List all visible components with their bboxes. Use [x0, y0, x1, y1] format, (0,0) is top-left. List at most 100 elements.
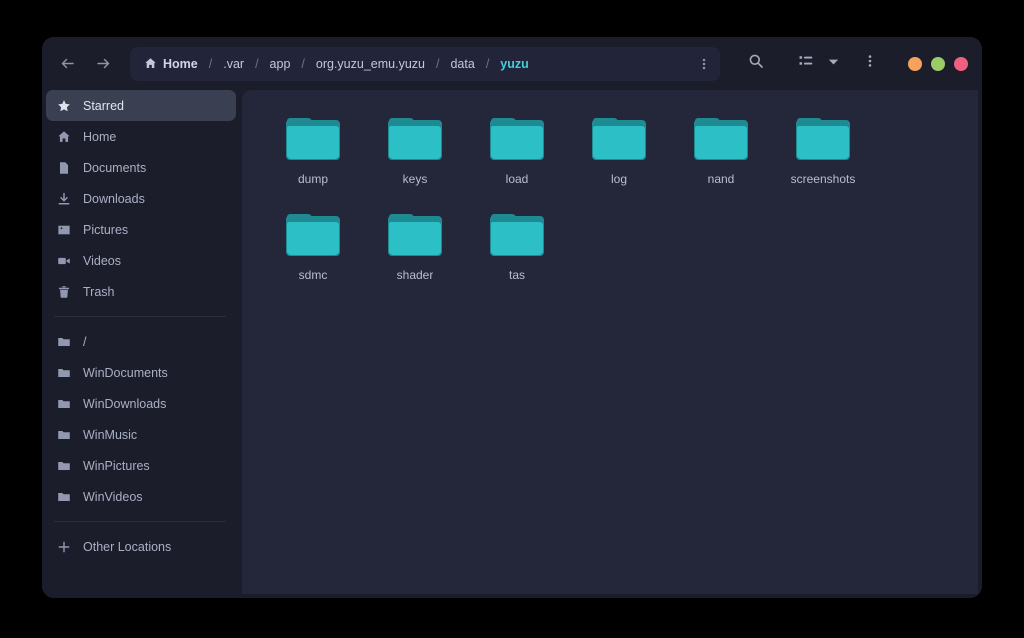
breadcrumb-label: app	[269, 56, 291, 71]
sidebar-divider	[54, 521, 226, 522]
breadcrumb-separator: /	[435, 56, 440, 71]
kebab-menu-icon	[863, 54, 877, 73]
folder-icon	[286, 214, 340, 256]
file-item-sdmc[interactable]: sdmc	[262, 208, 364, 286]
path-bar-menu-button[interactable]	[692, 50, 716, 78]
sidebar-item-other-locations[interactable]: Other Locations	[46, 531, 236, 562]
forward-button[interactable]	[88, 49, 118, 79]
sidebar-item-root[interactable]: /	[46, 326, 236, 357]
file-item-load[interactable]: load	[466, 112, 568, 190]
sidebar-item-winmusic[interactable]: WinMusic	[46, 419, 236, 450]
sidebar-item-label: Pictures	[83, 222, 129, 237]
search-icon	[748, 53, 764, 74]
folder-icon	[56, 489, 72, 505]
maximize-button[interactable]	[931, 56, 945, 71]
sidebar-item-label: Downloads	[83, 191, 145, 206]
folder-icon	[694, 118, 748, 160]
sidebar-item-videos[interactable]: Videos	[46, 245, 236, 276]
back-button[interactable]	[52, 49, 82, 79]
sidebar: Starred Home Documents Downloads Picture…	[42, 90, 242, 598]
folder-icon	[56, 365, 72, 381]
sidebar-item-winpictures[interactable]: WinPictures	[46, 450, 236, 481]
breadcrumb-path-bar: Home / .var / app / org.yuzu_emu.yuzu / …	[130, 46, 720, 81]
folder-icon	[56, 458, 72, 474]
sidebar-item-label: WinVideos	[83, 489, 143, 504]
breadcrumb-item-yuzu[interactable]: yuzu	[498, 54, 530, 74]
sidebar-item-label: Other Locations	[83, 539, 172, 554]
sidebar-item-winvideos[interactable]: WinVideos	[46, 481, 236, 512]
sidebar-item-label: WinMusic	[83, 427, 138, 442]
view-mode-dropdown-button[interactable]	[822, 48, 844, 80]
sidebar-item-label: Starred	[83, 98, 124, 113]
folder-icon	[286, 118, 340, 160]
sidebar-item-trash[interactable]: Trash	[46, 276, 236, 307]
breadcrumb-label: Home	[163, 56, 198, 71]
video-camera-icon	[56, 253, 72, 269]
sidebar-item-home[interactable]: Home	[46, 121, 236, 152]
home-icon	[144, 57, 157, 70]
sidebar-item-documents[interactable]: Documents	[46, 152, 236, 183]
sidebar-item-label: WinDocuments	[83, 365, 168, 380]
window-body: Starred Home Documents Downloads Picture…	[42, 90, 982, 598]
sidebar-item-label: WinDownloads	[83, 396, 167, 411]
download-icon	[56, 191, 72, 207]
breadcrumb-label: data	[450, 56, 475, 71]
search-button[interactable]	[740, 48, 772, 80]
file-name-label: shader	[396, 268, 434, 282]
breadcrumb-label: yuzu	[500, 56, 529, 71]
sidebar-item-label: WinPictures	[83, 458, 150, 473]
chevron-down-icon	[827, 55, 840, 73]
file-list-view[interactable]: dump keys load log nand screenshots sdmc…	[242, 90, 978, 594]
sidebar-item-label: Home	[83, 129, 117, 144]
sidebar-item-pictures[interactable]: Pictures	[46, 214, 236, 245]
file-name-label: load	[505, 172, 529, 186]
list-view-icon	[798, 53, 814, 74]
file-item-log[interactable]: log	[568, 112, 670, 190]
file-name-label: nand	[707, 172, 735, 186]
folder-icon	[56, 396, 72, 412]
folder-icon	[56, 427, 72, 443]
folder-icon	[796, 118, 850, 160]
header-right-controls	[726, 48, 968, 80]
sidebar-item-label: Videos	[83, 253, 121, 268]
home-icon	[56, 129, 72, 145]
close-button[interactable]	[954, 56, 968, 71]
file-item-nand[interactable]: nand	[670, 112, 772, 190]
breadcrumb-item-data[interactable]: data	[448, 54, 476, 74]
breadcrumb-separator: /	[208, 56, 213, 71]
breadcrumb-separator: /	[301, 56, 305, 71]
breadcrumb-label: .var	[223, 56, 245, 71]
view-mode-button[interactable]	[790, 48, 822, 80]
plus-icon	[56, 539, 72, 555]
folder-icon	[592, 118, 646, 160]
file-item-screenshots[interactable]: screenshots	[772, 112, 874, 190]
image-icon	[56, 222, 72, 238]
sidebar-item-windocuments[interactable]: WinDocuments	[46, 357, 236, 388]
folder-icon	[490, 214, 544, 256]
sidebar-item-downloads[interactable]: Downloads	[46, 183, 236, 214]
window-controls	[908, 56, 968, 71]
breadcrumb-item-app[interactable]: app	[268, 54, 293, 74]
breadcrumb-label: org.yuzu_emu.yuzu	[315, 56, 425, 71]
navigation-buttons	[52, 49, 118, 79]
file-name-label: tas	[508, 268, 525, 282]
sidebar-divider	[54, 316, 226, 317]
breadcrumb-item-var[interactable]: .var	[221, 54, 246, 74]
file-item-keys[interactable]: keys	[364, 112, 466, 190]
breadcrumb: Home / .var / app / org.yuzu_emu.yuzu / …	[142, 54, 692, 74]
file-manager-window: Home / .var / app / org.yuzu_emu.yuzu / …	[42, 37, 982, 598]
star-icon	[56, 98, 72, 114]
file-grid: dump keys load log nand screenshots sdmc…	[262, 112, 958, 304]
breadcrumb-item-home[interactable]: Home	[142, 54, 200, 74]
sidebar-item-windownloads[interactable]: WinDownloads	[46, 388, 236, 419]
file-item-tas[interactable]: tas	[466, 208, 568, 286]
minimize-button[interactable]	[908, 56, 922, 71]
main-menu-button[interactable]	[854, 48, 886, 80]
file-item-shader[interactable]: shader	[364, 208, 466, 286]
folder-icon	[490, 118, 544, 160]
file-item-dump[interactable]: dump	[262, 112, 364, 190]
sidebar-item-starred[interactable]: Starred	[46, 90, 236, 121]
file-name-label: sdmc	[298, 268, 328, 282]
view-mode-group	[790, 48, 844, 80]
breadcrumb-item-org-yuzu-emu-yuzu[interactable]: org.yuzu_emu.yuzu	[314, 54, 427, 74]
